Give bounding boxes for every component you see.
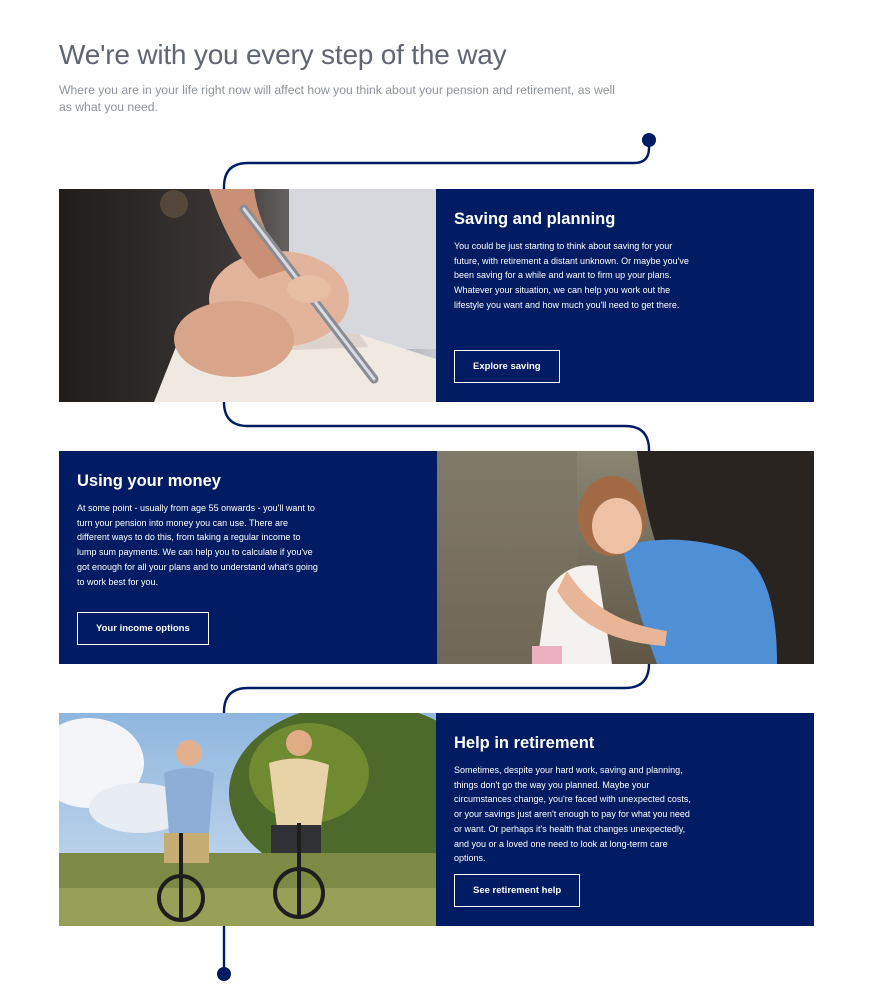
section-body: At some point - usually from age 55 onwa… xyxy=(77,503,318,587)
section-body: You could be just starting to think abou… xyxy=(454,241,689,310)
saving-panel: Saving and planning You could be just st… xyxy=(436,189,814,402)
section-retirement: Help in retirement Sometimes, despite yo… xyxy=(59,713,814,926)
section-title: Using your money xyxy=(77,472,221,490)
section-title: Saving and planning xyxy=(454,210,616,228)
couple-cycling-photo xyxy=(59,713,436,926)
retirement-help-button[interactable]: See retirement help xyxy=(454,874,581,907)
income-options-button[interactable]: Your income options xyxy=(77,612,209,645)
timeline-start-dot xyxy=(642,133,656,147)
retirement-panel: Help in retirement Sometimes, despite yo… xyxy=(436,713,814,926)
section-using-money: Using your money At some point - usually… xyxy=(59,451,814,664)
child-hug-photo xyxy=(437,451,814,664)
section-title: Help in retirement xyxy=(454,734,595,752)
using-money-panel: Using your money At some point - usually… xyxy=(59,451,437,664)
timeline-end-dot xyxy=(217,967,231,981)
hand-writing-photo xyxy=(59,189,436,402)
section-saving: Saving and planning You could be just st… xyxy=(59,189,814,402)
explore-saving-button[interactable]: Explore saving xyxy=(454,350,560,383)
section-body: Sometimes, despite your hard work, savin… xyxy=(454,765,691,864)
